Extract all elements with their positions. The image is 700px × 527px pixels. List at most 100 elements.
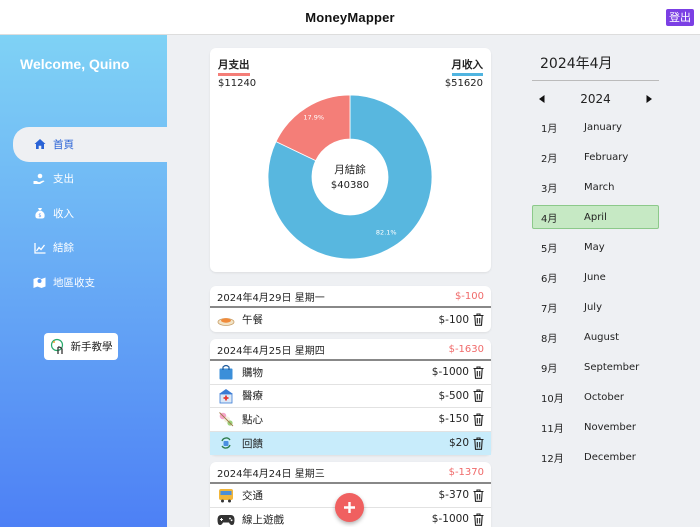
home-icon	[33, 138, 46, 151]
month-item-october[interactable]: 10月 October	[532, 385, 659, 409]
sidebar-nav: 首頁 支出 $ 收入 結餘 地區收支	[13, 127, 167, 300]
day-header: 2024年4月25日 星期四 $-1630	[210, 339, 491, 361]
trash-icon[interactable]	[473, 489, 484, 502]
month-name: October	[584, 391, 625, 403]
month-item-may[interactable]: 5月 May	[532, 235, 659, 259]
month-item-february[interactable]: 2月 February	[532, 145, 659, 169]
sidebar-item-expense[interactable]: 支出	[13, 162, 167, 197]
trash-icon[interactable]	[473, 366, 484, 379]
sidebar-item-label: 結餘	[53, 242, 74, 255]
hospital-icon	[217, 387, 235, 405]
sidebar-item-label: 收入	[53, 207, 74, 220]
transaction-name: 點心	[242, 413, 263, 426]
monthly-income-value: $51620	[444, 78, 483, 89]
transaction-amount: $-1000	[431, 366, 469, 379]
month-list: 1月 January 2月 February 3月 March 4月 April 5月 May 6月…	[532, 115, 659, 469]
app-title: MoneyMapper	[305, 9, 395, 25]
donut-slice-label: 82.1%	[376, 229, 397, 237]
year-navigator: 2024	[532, 85, 659, 113]
transaction-name: 醫療	[242, 390, 263, 403]
month-item-september[interactable]: 9月 September	[532, 355, 659, 379]
map-icon	[33, 276, 46, 289]
month-item-july[interactable]: 7月 July	[532, 295, 659, 319]
trash-icon[interactable]	[473, 437, 484, 450]
next-year-arrow-icon[interactable]	[644, 94, 654, 104]
monthly-income: 月收入 $51620	[445, 53, 483, 89]
transaction-amount: $20	[448, 437, 469, 450]
transaction-name: 回饋	[242, 437, 263, 450]
month-number: 12月	[541, 453, 564, 465]
month-item-april[interactable]: 4月 April	[532, 205, 659, 229]
trash-icon[interactable]	[473, 513, 484, 526]
month-name: July	[584, 301, 602, 313]
monthly-expense: 月支出 $11240	[218, 53, 256, 89]
month-name: November	[584, 421, 637, 433]
month-number: 7月	[541, 303, 558, 315]
day-group: 2024年4月25日 星期四 $-1630 購物 $-1000 醫療 $-500…	[210, 339, 491, 455]
day-date: 2024年4月25日 星期四	[217, 345, 325, 357]
month-item-march[interactable]: 3月 March	[532, 175, 659, 199]
month-item-january[interactable]: 1月 January	[532, 115, 659, 139]
month-number: 6月	[541, 273, 558, 285]
svg-text:$: $	[38, 213, 41, 219]
transaction-amount: $-100	[438, 313, 469, 326]
current-month-title: 2024年4月	[532, 48, 659, 81]
donut-center-value: $40380	[331, 180, 369, 191]
day-total: $-100	[454, 290, 484, 302]
trash-icon[interactable]	[473, 313, 484, 327]
day-total: $-1630	[448, 343, 484, 355]
sidebar-item-label: 首頁	[53, 138, 74, 151]
prev-year-arrow-icon[interactable]	[537, 94, 547, 104]
month-name: February	[584, 151, 629, 163]
day-group: 2024年4月29日 星期一 $-100 午餐 $-100	[210, 286, 491, 332]
expense-hand-icon	[33, 172, 46, 185]
month-name: September	[584, 361, 640, 373]
trash-icon[interactable]	[473, 389, 484, 403]
month-name: August	[584, 331, 619, 343]
month-number: 5月	[541, 243, 558, 255]
month-number: 10月	[541, 393, 564, 405]
snack-icon	[217, 410, 235, 428]
transaction-amount: $-1000	[431, 513, 469, 526]
month-item-december[interactable]: 12月 December	[532, 445, 659, 469]
month-name: January	[584, 121, 622, 133]
tutorial-button[interactable]: 新手教學	[44, 333, 118, 360]
day-total: $-1370	[448, 466, 484, 478]
month-name: March	[584, 181, 615, 193]
welcome-text: Welcome, Quino	[20, 56, 130, 72]
transaction-row[interactable]: 回饋 $20	[210, 431, 491, 455]
trash-icon[interactable]	[473, 413, 484, 426]
donut-slice-label: 17.9%	[303, 113, 324, 121]
monthly-expense-label: 月支出	[218, 57, 250, 76]
sidebar-item-home[interactable]: 首頁	[13, 127, 167, 162]
month-item-november[interactable]: 11月 November	[532, 415, 659, 439]
month-number: 3月	[541, 183, 558, 195]
monthly-income-label: 月收入	[451, 57, 483, 76]
month-name: June	[584, 271, 606, 283]
transaction-row[interactable]: 購物 $-1000	[210, 361, 491, 385]
sidebar-item-region[interactable]: 地區收支	[13, 265, 167, 300]
transaction-row[interactable]: 醫療 $-500	[210, 385, 491, 408]
top-bar: MoneyMapper 登出	[0, 0, 700, 35]
transaction-row[interactable]: 點心 $-150	[210, 408, 491, 432]
chart-line-icon	[33, 241, 46, 254]
sidebar-item-income[interactable]: $ 收入	[13, 196, 167, 231]
month-number: 8月	[541, 333, 558, 345]
sidebar-item-label: 支出	[53, 173, 74, 186]
month-item-august[interactable]: 8月 August	[532, 325, 659, 349]
money-bag-icon: $	[33, 207, 46, 220]
add-transaction-button[interactable]	[335, 493, 364, 522]
transaction-row[interactable]: 午餐 $-100	[210, 308, 491, 332]
sidebar-item-label: 地區收支	[53, 276, 95, 289]
month-number: 1月	[541, 123, 558, 135]
plus-icon	[344, 502, 355, 513]
sidebar-item-balance[interactable]: 結餘	[13, 231, 167, 266]
day-header: 2024年4月24日 星期三 $-1370	[210, 462, 491, 484]
month-name: December	[584, 451, 636, 463]
month-item-june[interactable]: 6月 June	[532, 265, 659, 289]
monthly-expense-value: $11240	[218, 78, 257, 89]
logout-button[interactable]: 登出	[666, 9, 694, 26]
month-number: 2月	[541, 153, 558, 165]
transaction-name: 購物	[242, 366, 263, 379]
monthly-summary-card: 月支出 $11240 月收入 $51620 82.1% 17.9% 月結餘 $4038…	[210, 48, 491, 272]
